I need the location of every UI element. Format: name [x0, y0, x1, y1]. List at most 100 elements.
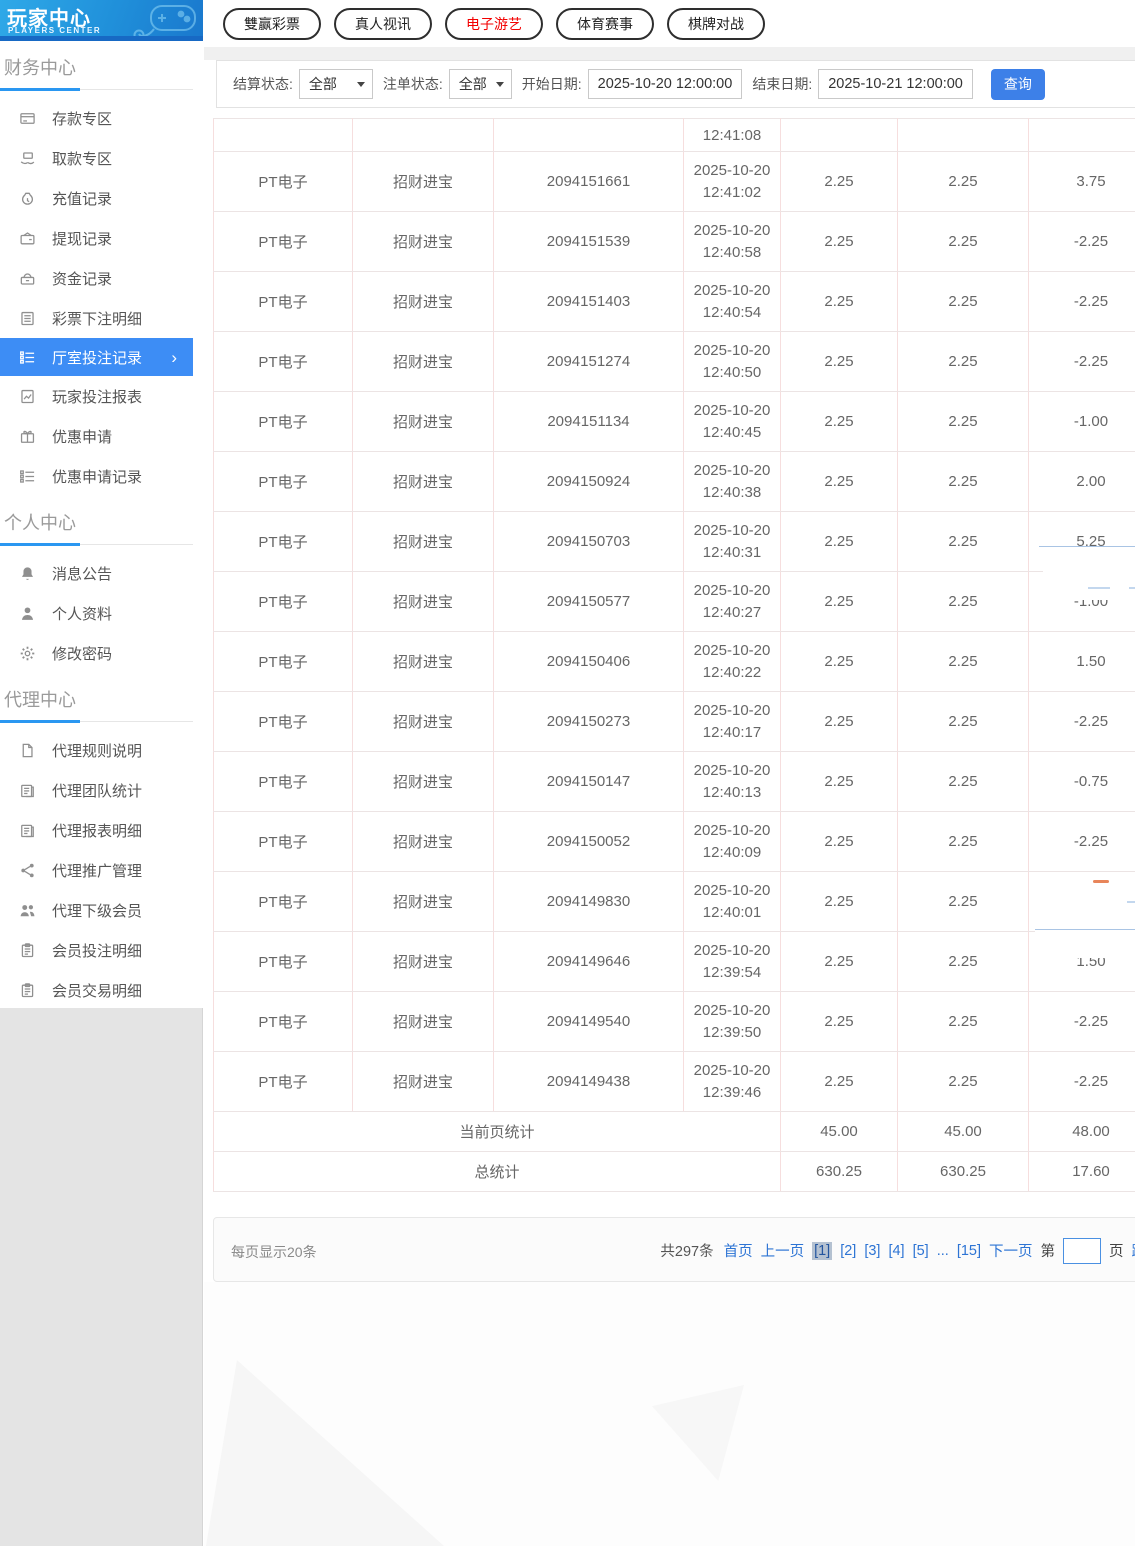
sidebar-item-厅室投注记录[interactable]: 厅室投注记录 ›: [0, 338, 193, 376]
purse-icon: [19, 270, 36, 287]
bell-icon: [19, 565, 36, 582]
sidebar-item-存款专区[interactable]: 存款专区: [0, 98, 203, 138]
cell-hall: PT电子: [213, 571, 353, 632]
sidebar-item-代理报表明细[interactable]: 代理报表明细: [0, 810, 203, 850]
cell-datetime: 2025-10-20 12:39:50: [683, 991, 781, 1052]
sidebar-item-取款专区[interactable]: 取款专区: [0, 138, 203, 178]
cell-bet-amount: 2.25: [780, 1051, 898, 1112]
gamepad-icon: [133, 5, 196, 36]
jump-go-link[interactable]: 跳: [1132, 1240, 1135, 1261]
cell-valid-bet: 2.25: [897, 391, 1029, 452]
section-underline: [0, 88, 193, 91]
sidebar-item-label: 会员投注明细: [52, 942, 143, 960]
sidebar-item-会员投注明细[interactable]: 会员投注明细: [0, 930, 203, 970]
page: 玩家中心 PLAYERS CENTER 财务中心 存款专区 取款专区 充值记录 提现记录…: [0, 0, 1135, 1546]
jump-page-input[interactable]: [1063, 1237, 1101, 1264]
row-page-total: 当前页统计 45.00 45.00 48.00: [213, 1111, 1135, 1152]
cell-bet-amount: 2.25: [780, 931, 898, 992]
page-link-15[interactable]: [15]: [957, 1243, 981, 1259]
table-row: PT电子 招财进宝 2094150273 2025-10-20 12:40:17 2.25…: [213, 691, 1135, 752]
cell-game: 招财进宝: [352, 571, 494, 632]
end-date-label: 结束日期:: [752, 76, 813, 92]
cell-summary-result: 17.60: [1028, 1151, 1135, 1192]
cell-datetime: 2025-10-20 12:40:01: [683, 871, 781, 932]
end-date-input[interactable]: 2025-10-21 12:00:00: [818, 69, 973, 99]
next-page-link[interactable]: 下一页: [989, 1240, 1033, 1261]
cell-order-no: 2094150273: [493, 691, 684, 752]
cell-win-loss: -1.00: [1028, 391, 1135, 452]
table-row-partial: 12:41:08: [213, 118, 1135, 152]
total-count-label: 共297条: [660, 1244, 714, 1260]
section-underline: [0, 720, 193, 723]
end-date-value: 2025-10-21 12:00:00: [828, 76, 963, 92]
order-status-select[interactable]: 全部: [448, 69, 512, 99]
section-underline: [0, 543, 193, 546]
popup-dash: [1127, 901, 1135, 903]
bet-records-table-wrap: 12:41:08 PT电子 招财进宝 2094151661 2025-10-20 12:4…: [213, 118, 1135, 1211]
sidebar-item-资金记录[interactable]: 资金记录: [0, 258, 203, 298]
money-bag-icon: [19, 190, 36, 207]
sidebar-item-充值记录[interactable]: 充值记录: [0, 178, 203, 218]
tab-雙赢彩票[interactable]: 雙赢彩票: [223, 8, 321, 40]
cell-datetime: 2025-10-20 12:39:46: [683, 1051, 781, 1112]
table-row: PT电子 招财进宝 2094149646 2025-10-20 12:39:54 2.25…: [213, 931, 1135, 992]
query-button[interactable]: 查询: [990, 68, 1045, 100]
sidebar-item-label: 代理规则说明: [52, 742, 143, 760]
sidebar-item-个人资料[interactable]: 个人资料: [0, 593, 203, 633]
cell-valid-bet: 2.25: [897, 571, 1029, 632]
tab-体育赛事[interactable]: 体育赛事: [556, 8, 654, 40]
page-link-4[interactable]: [4]: [888, 1243, 904, 1259]
sidebar-item-优惠申请[interactable]: 优惠申请: [0, 416, 203, 456]
tab-电子游艺[interactable]: 电子游艺: [445, 8, 543, 40]
table-row: PT电子 招财进宝 2094149540 2025-10-20 12:39:50 2.25…: [213, 991, 1135, 1052]
sidebar-item-代理团队统计[interactable]: 代理团队统计: [0, 770, 203, 810]
sidebar-item-消息公告[interactable]: 消息公告: [0, 553, 203, 593]
cell-bet-amount: 2.25: [780, 751, 898, 812]
sidebar-item-代理推广管理[interactable]: 代理推广管理: [0, 850, 203, 890]
settle-status-select[interactable]: 全部: [298, 69, 373, 99]
cell-order-no: 2094151403: [493, 271, 684, 332]
table-row: PT电子 招财进宝 2094150147 2025-10-20 12:40:13 2.25…: [213, 751, 1135, 812]
first-page-link[interactable]: 首页: [724, 1240, 753, 1261]
cell-valid-bet: 2.25: [897, 271, 1029, 332]
cell-hall: PT电子: [213, 151, 353, 212]
sidebar-item-label: 优惠申请: [52, 428, 113, 446]
page-link-5[interactable]: [5]: [913, 1243, 929, 1259]
cell-win-loss: -2.25: [1028, 691, 1135, 752]
cell-valid-bet: 2.25: [897, 331, 1029, 392]
sidebar-item-代理规则说明[interactable]: 代理规则说明: [0, 730, 203, 770]
page-link-1[interactable]: [1]: [812, 1241, 833, 1260]
page-link-2[interactable]: [2]: [840, 1243, 856, 1259]
cell-datetime: 2025-10-20 12:40:45: [683, 391, 781, 452]
sidebar: 玩家中心 PLAYERS CENTER 财务中心 存款专区 取款专区 充值记录 提现记录…: [0, 0, 203, 1546]
cell-valid-bet: 2.25: [897, 151, 1029, 212]
sidebar-item-优惠申请记录[interactable]: 优惠申请记录: [0, 456, 203, 496]
cell-game: 招财进宝: [352, 391, 494, 452]
cell-valid-bet: 2.25: [897, 511, 1029, 572]
cell-order-no: 2094150924: [493, 451, 684, 512]
sidebar-item-玩家投注报表[interactable]: 玩家投注报表: [0, 376, 203, 416]
popup-artifact-1: [1043, 547, 1135, 600]
sidebar-item-代理下级会员[interactable]: 代理下级会员: [0, 890, 203, 930]
start-date-input[interactable]: 2025-10-20 12:00:00: [587, 69, 743, 99]
prev-page-link[interactable]: 上一页: [761, 1240, 805, 1261]
popup-artifact-3: [1035, 930, 1135, 958]
sidebar-item-会员交易明细[interactable]: 会员交易明细: [0, 970, 203, 1010]
cell-win-loss: -2.25: [1028, 1051, 1135, 1112]
gear-icon: [19, 645, 36, 662]
sidebar-item-提现记录[interactable]: 提现记录: [0, 218, 203, 258]
tab-棋牌对战[interactable]: 棋牌对战: [667, 8, 765, 40]
sidebar-item-彩票下注明细[interactable]: 彩票下注明细: [0, 298, 203, 338]
users-icon: [19, 902, 36, 919]
table-row: PT电子 招财进宝 2094151274 2025-10-20 12:40:50 2.25…: [213, 331, 1135, 392]
page-link-3[interactable]: [3]: [864, 1243, 880, 1259]
per-page-label: 每页显示20条: [231, 1244, 317, 1260]
chevron-down-icon: [356, 81, 365, 87]
sidebar-item-label: 代理下级会员: [52, 902, 143, 920]
tab-真人视讯[interactable]: 真人视讯: [334, 8, 432, 40]
sidebar-section-title: 个人中心: [4, 513, 76, 533]
sidebar-item-修改密码[interactable]: 修改密码: [0, 633, 203, 673]
sidebar-item-label: 修改密码: [52, 645, 113, 663]
cell-datetime: 2025-10-20 12:40:54: [683, 271, 781, 332]
cell-hall: PT电子: [213, 991, 353, 1052]
